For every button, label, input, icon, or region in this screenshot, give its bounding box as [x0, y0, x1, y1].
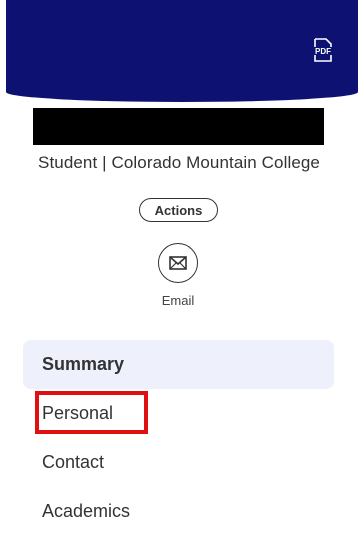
nav-item-personal[interactable]: Personal: [23, 389, 334, 438]
profile-subtitle: Student | Colorado Mountain College: [38, 153, 320, 172]
profile-nav: Summary Personal Contact Academics: [23, 340, 334, 535]
pdf-icon-text: PDF: [315, 47, 331, 56]
nav-item-contact[interactable]: Contact: [23, 438, 334, 487]
nav-item-summary[interactable]: Summary: [23, 340, 334, 389]
header-banner: PDF: [6, 0, 358, 102]
actions-button[interactable]: Actions: [139, 198, 218, 222]
nav-item-personal-label: Personal: [42, 403, 114, 423]
profile-card: PDF Student | Colorado Mountain College …: [0, 0, 358, 535]
envelope-icon: [169, 256, 187, 270]
pdf-icon[interactable]: PDF: [312, 38, 334, 62]
email-button[interactable]: [158, 243, 198, 283]
redacted-student-name: [33, 108, 324, 145]
email-label: Email: [161, 293, 195, 308]
nav-item-academics[interactable]: Academics: [23, 487, 334, 535]
